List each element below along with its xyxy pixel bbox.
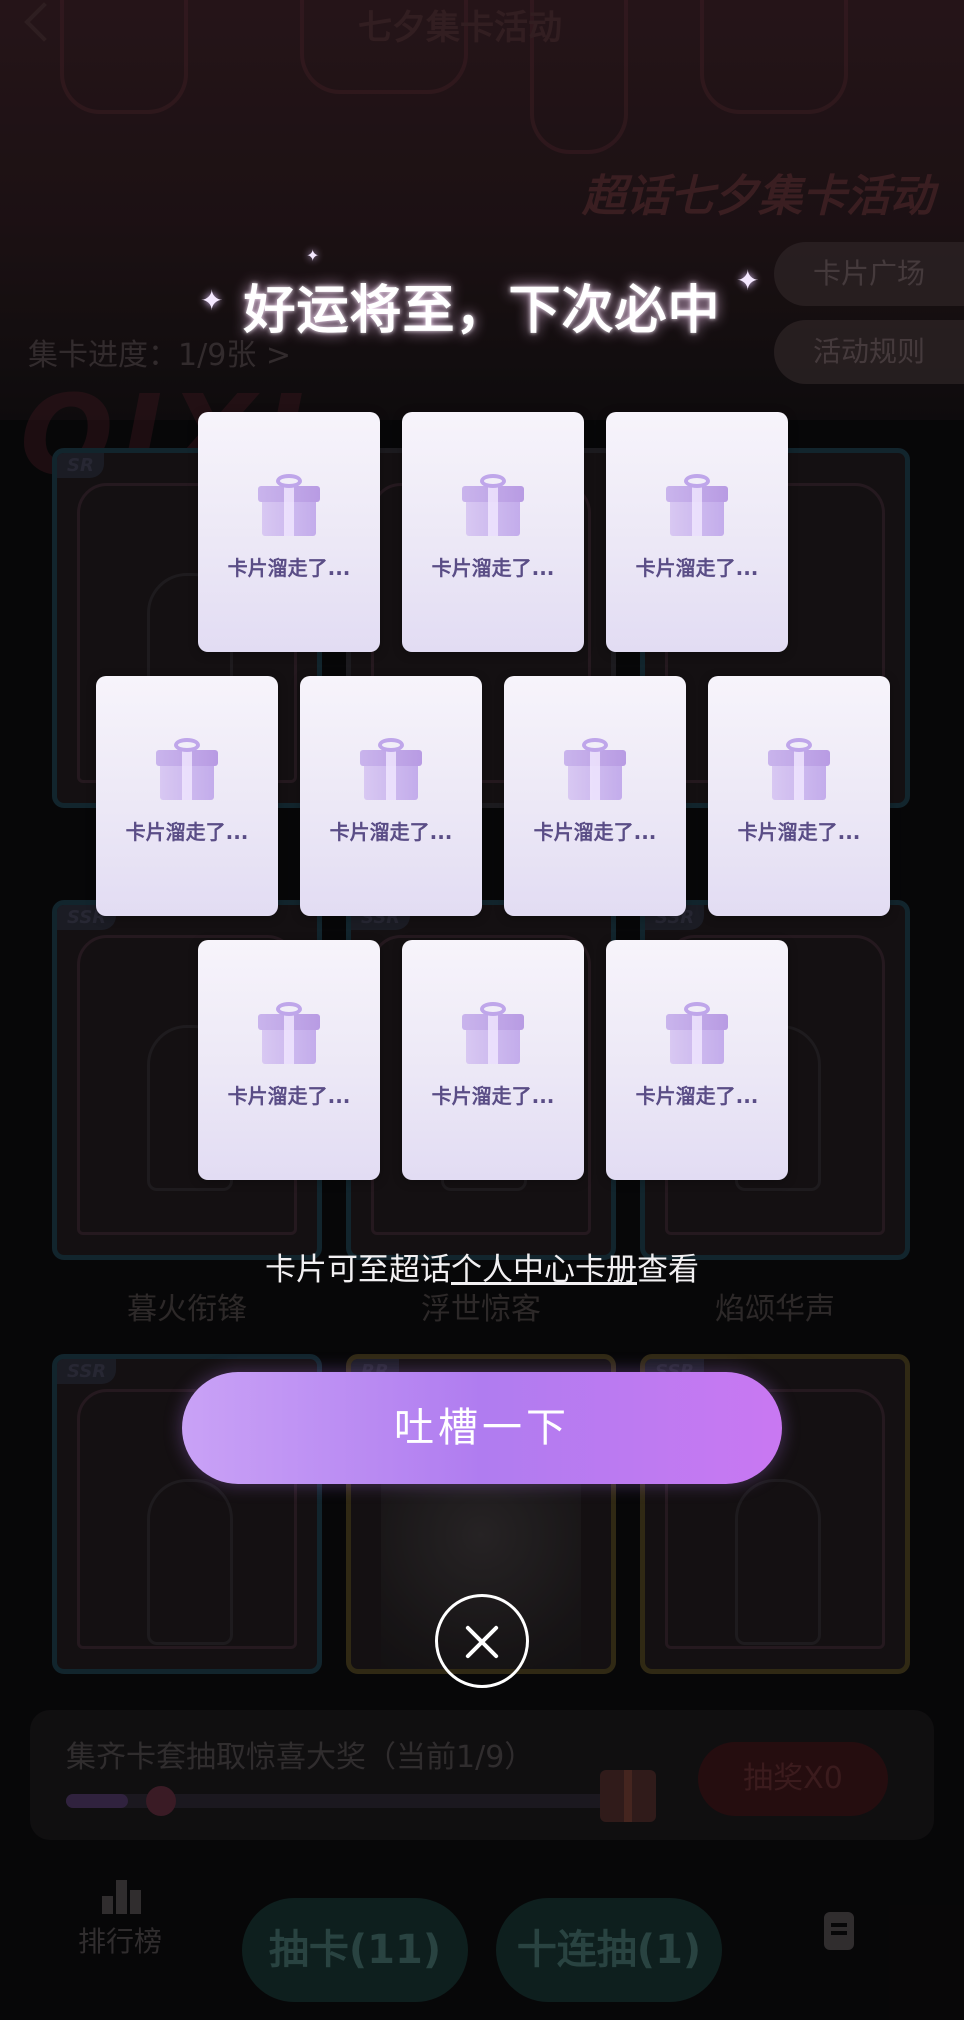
gift-icon <box>666 474 728 536</box>
result-card: 卡片溜走了... <box>606 940 788 1180</box>
card-status: 卡片溜走了... <box>737 820 861 844</box>
hint-prefix: 卡片可至超话 <box>265 1252 451 1288</box>
gift-icon <box>768 738 830 800</box>
gift-icon <box>258 1002 320 1064</box>
hint-suffix: 查看 <box>637 1252 699 1288</box>
card-status: 卡片溜走了... <box>635 556 759 580</box>
result-card: 卡片溜走了... <box>606 412 788 652</box>
result-card: 卡片溜走了... <box>198 412 380 652</box>
result-card: 卡片溜走了... <box>402 940 584 1180</box>
card-album-hint: 卡片可至超话个人中心卡册查看 <box>0 1244 964 1289</box>
card-status: 卡片溜走了... <box>431 1084 555 1108</box>
card-status: 卡片溜走了... <box>125 820 249 844</box>
gift-icon <box>666 1002 728 1064</box>
card-status: 卡片溜走了... <box>533 820 657 844</box>
card-status: 卡片溜走了... <box>635 1084 759 1108</box>
card-status: 卡片溜走了... <box>329 820 453 844</box>
result-card: 卡片溜走了... <box>96 676 278 916</box>
sparkle-icon: ✦ <box>306 246 320 265</box>
card-status: 卡片溜走了... <box>431 556 555 580</box>
gift-icon <box>462 1002 524 1064</box>
result-title: 好运将至，下次必中 <box>243 281 721 341</box>
result-card: 卡片溜走了... <box>402 412 584 652</box>
card-album-link[interactable]: 个人中心卡册 <box>451 1252 637 1288</box>
result-card: 卡片溜走了... <box>504 676 686 916</box>
gift-icon <box>156 738 218 800</box>
card-status: 卡片溜走了... <box>227 556 351 580</box>
result-card: 卡片溜走了... <box>708 676 890 916</box>
result-card: 卡片溜走了... <box>300 676 482 916</box>
close-icon[interactable] <box>435 1594 529 1688</box>
card-status: 卡片溜走了... <box>227 1084 351 1108</box>
gift-icon <box>360 738 422 800</box>
gift-icon <box>462 474 524 536</box>
result-card: 卡片溜走了... <box>198 940 380 1180</box>
gift-icon <box>564 738 626 800</box>
gift-icon <box>258 474 320 536</box>
feedback-button[interactable]: 吐槽一下 <box>182 1372 782 1484</box>
